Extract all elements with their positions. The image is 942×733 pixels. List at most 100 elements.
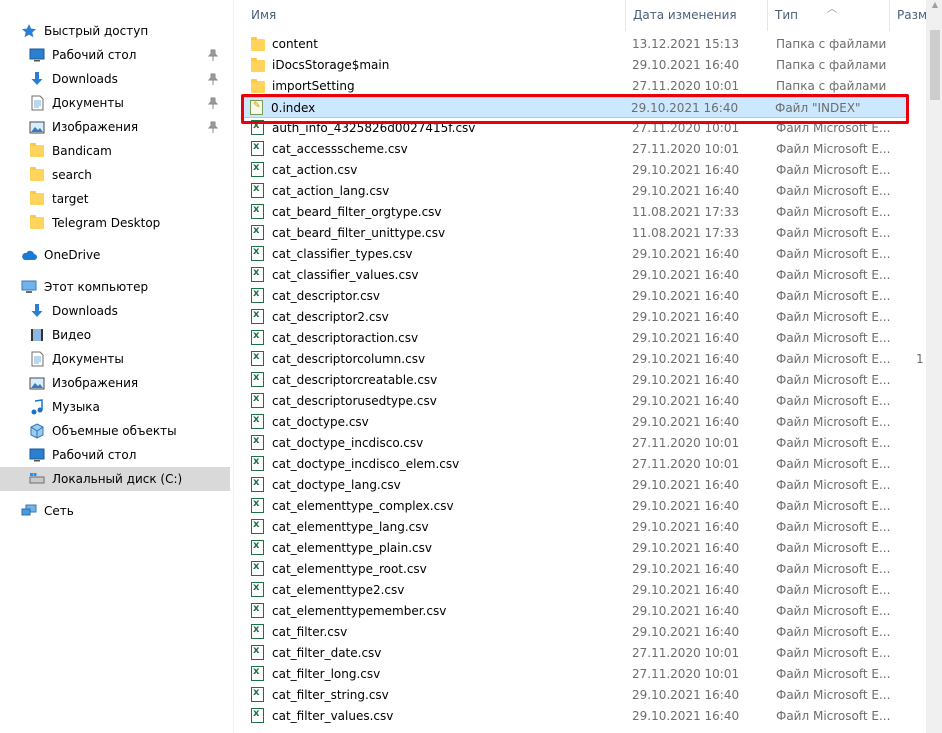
column-name-header[interactable]: Имя: [244, 0, 626, 31]
nav-label: Downloads: [52, 72, 118, 86]
file-name: importSetting: [272, 79, 355, 93]
file-date: 29.10.2021 16:40: [632, 289, 740, 303]
nav-quick-item[interactable]: Документы: [28, 91, 220, 115]
file-row[interactable]: auth_info_4325826d0027415f.csv 27.11.2020…: [244, 118, 916, 139]
file-name: cat_elementtype2.csv: [272, 583, 405, 597]
file-row[interactable]: cat_elementtype_plain.csv 29.10.2021 16:4…: [244, 538, 916, 559]
nav-quick-access[interactable]: Быстрый доступ: [20, 19, 220, 43]
excel-file-icon: [251, 645, 267, 661]
nav-label: Объемные объекты: [52, 424, 177, 438]
file-row[interactable]: cat_descriptorcolumn.csv 29.10.2021 16:40…: [244, 349, 924, 370]
file-name: cat_elementtype_root.csv: [272, 562, 427, 576]
nav-quick-item[interactable]: Рабочий стол: [28, 43, 220, 67]
file-row[interactable]: 0.index 29.10.2021 16:40 Файл "INDEX": [242, 97, 908, 118]
file-row[interactable]: cat_doctype_incdisco.csv 27.11.2020 10:01…: [244, 433, 916, 454]
excel-file-icon: [251, 183, 267, 199]
nav-label: Документы: [52, 96, 124, 110]
excel-file-icon: [251, 393, 267, 409]
star-icon: [20, 23, 38, 39]
file-name: cat_filter.csv: [272, 625, 348, 639]
file-row[interactable]: iDocsStorage$main 29.10.2021 16:40 Папка с…: [244, 55, 916, 76]
file-row[interactable]: cat_elementtype2.csv 29.10.2021 16:40 Файл…: [244, 580, 916, 601]
file-date: 29.10.2021 16:40: [631, 101, 739, 115]
nav-pc-item[interactable]: Изображения: [28, 371, 220, 395]
file-name: cat_filter_string.csv: [272, 688, 389, 702]
nav-quick-item[interactable]: Изображения: [28, 115, 220, 139]
file-row[interactable]: cat_filter_values.csv 29.10.2021 16:40 Фай…: [244, 706, 916, 727]
file-row[interactable]: cat_descriptor2.csv 29.10.2021 16:40 Файл …: [244, 307, 916, 328]
index-file-icon: [250, 100, 266, 116]
file-row[interactable]: cat_elementtypemember.csv 29.10.2021 16:4…: [244, 601, 916, 622]
file-row[interactable]: cat_descriptorcreatable.csv 29.10.2021 16…: [244, 370, 916, 391]
file-date: 29.10.2021 16:40: [632, 709, 740, 723]
file-row[interactable]: cat_elementtype_root.csv 29.10.2021 16:40…: [244, 559, 916, 580]
file-row[interactable]: cat_descriptoraction.csv 29.10.2021 16:40…: [244, 328, 916, 349]
file-row[interactable]: content 13.12.2021 15:13 Папка с файлами: [244, 34, 916, 55]
file-row[interactable]: cat_beard_filter_unittype.csv 11.08.2021 …: [244, 223, 916, 244]
file-row[interactable]: cat_filter_date.csv 27.11.2020 10:01 Файл …: [244, 643, 916, 664]
nav-this-pc[interactable]: Этот компьютер: [20, 275, 220, 299]
nav-pc-item[interactable]: Объемные объекты: [28, 419, 220, 443]
file-date: 29.10.2021 16:40: [632, 520, 740, 534]
nav-quick-item[interactable]: Bandicam: [28, 139, 220, 163]
vertical-scrollbar[interactable]: [926, 0, 942, 733]
file-type: Файл Microsoft E...: [776, 184, 891, 198]
nav-pc-item[interactable]: Downloads: [28, 299, 220, 323]
file-row[interactable]: cat_classifier_types.csv 29.10.2021 16:40…: [244, 244, 916, 265]
excel-file-icon: [251, 582, 267, 598]
file-date: 29.10.2021 16:40: [632, 373, 740, 387]
file-row[interactable]: cat_action_lang.csv 29.10.2021 16:40 Файл …: [244, 181, 916, 202]
file-type: Файл Microsoft E...: [776, 373, 891, 387]
file-row[interactable]: cat_elementtype_complex.csv 29.10.2021 16…: [244, 496, 916, 517]
nav-quick-item[interactable]: Telegram Desktop: [28, 211, 220, 235]
file-name: cat_doctype.csv: [272, 415, 369, 429]
file-row[interactable]: cat_filter_string.csv 29.10.2021 16:40 Фай…: [244, 685, 916, 706]
nav-pc-item[interactable]: Документы: [28, 347, 220, 371]
excel-file-icon: [251, 687, 267, 703]
file-name: auth_info_4325826d0027415f.csv: [272, 121, 476, 135]
file-row[interactable]: cat_descriptor.csv 29.10.2021 16:40 Файл M…: [244, 286, 916, 307]
file-row[interactable]: cat_doctype_lang.csv 29.10.2021 16:40 Файл…: [244, 475, 916, 496]
file-type: Файл Microsoft E...: [776, 268, 891, 282]
file-row[interactable]: cat_doctype_incdisco_elem.csv 27.11.2020 …: [244, 454, 916, 475]
file-row[interactable]: cat_action.csv 29.10.2021 16:40 Файл Micro…: [244, 160, 916, 181]
column-date-header[interactable]: Дата изменения: [626, 0, 768, 31]
nav-pc-item[interactable]: Видео: [28, 323, 220, 347]
nav-pc-item[interactable]: Локальный диск (C:): [0, 467, 230, 491]
scroll-up-icon[interactable]: ▲: [929, 0, 941, 12]
file-row[interactable]: cat_elementtype_lang.csv 29.10.2021 16:40…: [244, 517, 916, 538]
file-name: cat_accessscheme.csv: [272, 142, 408, 156]
file-row[interactable]: cat_classifier_values.csv 29.10.2021 16:4…: [244, 265, 916, 286]
excel-file-icon: [251, 225, 267, 241]
file-row[interactable]: cat_accessscheme.csv 27.11.2020 10:01 Файл…: [244, 139, 916, 160]
pin-icon: [206, 71, 220, 87]
file-type: Файл Microsoft E...: [776, 331, 891, 345]
nav-pc-item[interactable]: Музыка: [28, 395, 220, 419]
nav-quick-item[interactable]: search: [28, 163, 220, 187]
file-row[interactable]: cat_doctype.csv 29.10.2021 16:40 Файл Micr…: [244, 412, 916, 433]
excel-file-icon: [251, 540, 267, 556]
file-date: 11.08.2021 17:33: [632, 205, 740, 219]
nav-pc-item[interactable]: Рабочий стол: [28, 443, 220, 467]
nav-quick-item[interactable]: target: [28, 187, 220, 211]
file-name: cat_elementtype_complex.csv: [272, 499, 454, 513]
file-row[interactable]: cat_filter.csv 29.10.2021 16:40 Файл Micro…: [244, 622, 916, 643]
file-type: Файл Microsoft E...: [776, 289, 891, 303]
file-type: Файл Microsoft E...: [776, 436, 891, 450]
file-type: Файл Microsoft E...: [776, 310, 891, 324]
nav-onedrive[interactable]: OneDrive: [20, 243, 220, 267]
file-date: 27.11.2020 10:01: [632, 79, 740, 93]
column-size-header[interactable]: Разме: [890, 0, 930, 31]
file-row[interactable]: importSetting 27.11.2020 10:01 Папка с фай…: [244, 76, 916, 97]
nav-label: OneDrive: [44, 248, 101, 262]
pane-divider[interactable]: [233, 0, 234, 733]
nav-network[interactable]: Сеть: [20, 499, 220, 523]
nav-quick-item[interactable]: Downloads: [28, 67, 220, 91]
file-row[interactable]: cat_beard_filter_orgtype.csv 11.08.2021 1…: [244, 202, 916, 223]
file-row[interactable]: cat_filter_long.csv 27.11.2020 10:01 Файл …: [244, 664, 916, 685]
file-type: Файл Microsoft E...: [776, 667, 891, 681]
file-date: 29.10.2021 16:40: [632, 604, 740, 618]
file-name: iDocsStorage$main: [272, 58, 390, 72]
scrollbar-thumb[interactable]: [930, 30, 940, 100]
file-row[interactable]: cat_descriptorusedtype.csv 29.10.2021 16:…: [244, 391, 916, 412]
